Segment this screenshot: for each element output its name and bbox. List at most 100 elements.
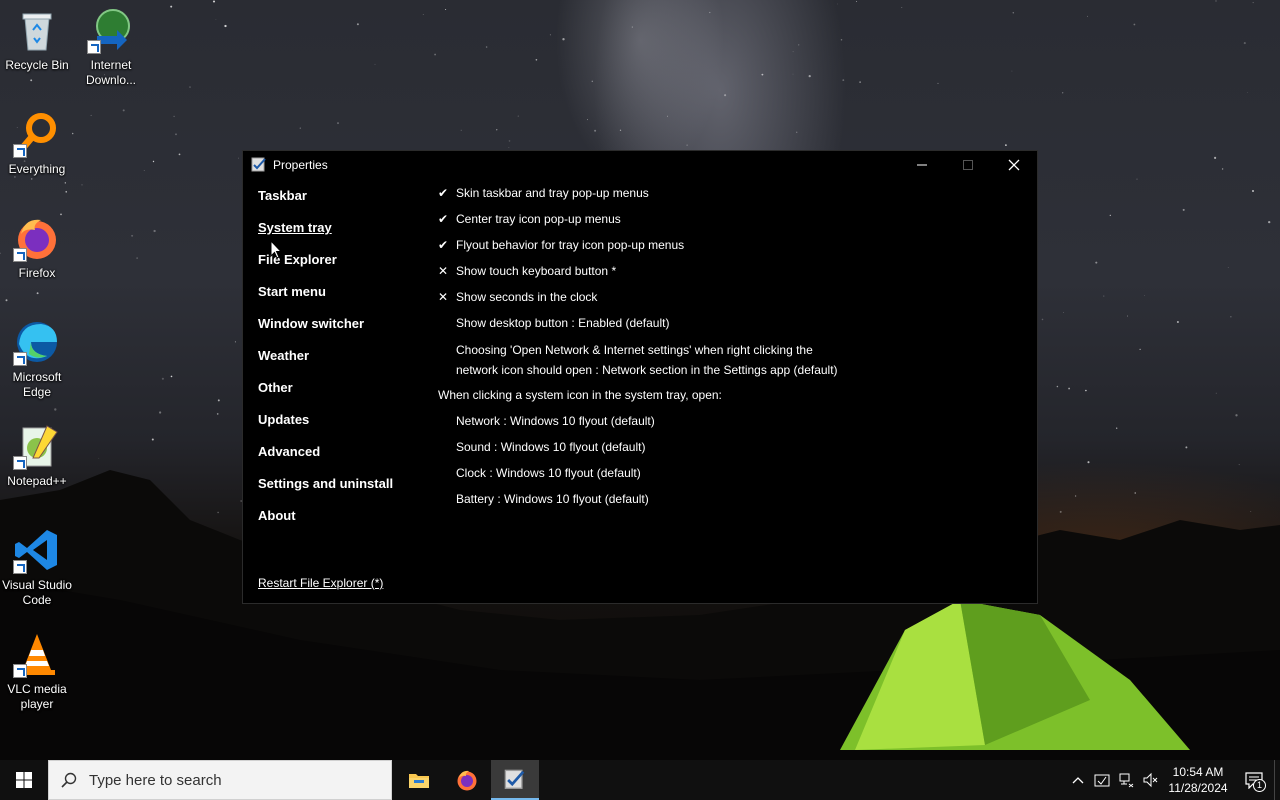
desktop-icon-label: Notepad++ (7, 474, 67, 488)
flyout-label: Clock : Windows 10 flyout (default) (456, 466, 641, 480)
shortcut-arrow-icon (13, 560, 27, 574)
shortcut-arrow-icon (13, 248, 27, 262)
restart-file-explorer-link[interactable]: Restart File Explorer (*) (258, 576, 383, 590)
taskbar: 10:54 AM 11/28/2024 1 (0, 760, 1280, 800)
clock-date: 11/28/2024 (1168, 781, 1228, 795)
vlc-icon (13, 630, 61, 678)
shortcut-arrow-icon (13, 664, 27, 678)
checkmark-icon: ✔ (438, 212, 449, 226)
properties-app-icon (504, 769, 525, 789)
volume-button[interactable] (1138, 760, 1162, 800)
shortcut-arrow-icon (13, 144, 27, 158)
cross-icon: ✕ (438, 290, 449, 304)
search-icon (49, 772, 89, 788)
nav-item-about[interactable]: About (258, 503, 393, 535)
nav-item-start-menu[interactable]: Start menu (258, 279, 393, 311)
desktop-icon-vscode[interactable]: Visual Studio Code (0, 526, 74, 608)
nav-item-weather[interactable]: Weather (258, 343, 393, 375)
setting-clock-seconds[interactable]: ✕ Show seconds in the clock (438, 288, 856, 314)
tray-app-icon-button[interactable] (1090, 760, 1114, 800)
flyout-network[interactable]: Network : Windows 10 flyout (default) (438, 412, 856, 438)
nav-item-window-switcher[interactable]: Window switcher (258, 311, 393, 343)
taskbar-app-properties[interactable] (491, 760, 539, 800)
network-icon (1119, 773, 1134, 788)
maximize-button[interactable] (945, 151, 991, 179)
close-icon (1008, 159, 1020, 171)
search-input[interactable] (89, 771, 379, 789)
taskbar-app-firefox[interactable] (443, 760, 491, 800)
network-button[interactable] (1114, 760, 1138, 800)
setting-flyout-behavior[interactable]: ✔ Flyout behavior for tray icon pop-up m… (438, 236, 856, 262)
cross-icon: ✕ (438, 264, 449, 278)
setting-label: Flyout behavior for tray icon pop-up men… (456, 238, 685, 252)
desktop-icon-recycle-bin[interactable]: Recycle Bin (0, 6, 74, 73)
desktop-icon-firefox[interactable]: Firefox (0, 214, 74, 281)
nav-item-other[interactable]: Other (258, 375, 393, 407)
action-center-button[interactable]: 1 (1234, 760, 1274, 800)
shortcut-arrow-icon (87, 40, 101, 54)
windows-logo-icon (16, 772, 32, 788)
internet-download-manager-icon (87, 6, 135, 54)
shortcut-arrow-icon (13, 456, 27, 470)
mouse-cursor-icon (270, 240, 282, 259)
taskbar-search-box[interactable] (48, 760, 392, 800)
flyout-label: Sound : Windows 10 flyout (default) (456, 440, 646, 454)
desktop-icon-label: VLC media player (7, 682, 67, 711)
taskbar-app-file-explorer[interactable] (395, 760, 443, 800)
setting-label: Choosing 'Open Network & Internet settin… (456, 343, 838, 377)
tray-app-icon (1094, 774, 1110, 787)
settings-nav: Taskbar System tray File Explorer Start … (258, 183, 393, 535)
minimize-button[interactable] (899, 151, 945, 179)
checkmark-icon: ✔ (438, 238, 449, 252)
firefox-icon (13, 214, 61, 262)
minimize-icon (917, 164, 927, 166)
flyout-battery[interactable]: Battery : Windows 10 flyout (default) (438, 490, 856, 516)
flyout-clock[interactable]: Clock : Windows 10 flyout (default) (438, 464, 856, 490)
setting-show-desktop-button[interactable]: Show desktop button : Enabled (default) (438, 314, 856, 340)
desktop-icon-label: Visual Studio Code (2, 578, 72, 607)
show-hidden-icons-button[interactable] (1066, 760, 1090, 800)
start-button[interactable] (0, 760, 48, 800)
desktop-icon-label: Everything (8, 162, 66, 176)
edge-icon (13, 318, 61, 366)
nav-item-updates[interactable]: Updates (258, 407, 393, 439)
chevron-up-icon (1072, 777, 1084, 784)
desktop-icon-label: Firefox (18, 266, 56, 280)
setting-touch-keyboard-button[interactable]: ✕ Show touch keyboard button * (438, 262, 856, 288)
desktop-icon-internet-download-manager[interactable]: Internet Downlo... (74, 6, 148, 88)
file-explorer-icon (409, 774, 429, 788)
properties-window: Properties Taskbar System tray File Expl… (242, 150, 1038, 604)
properties-app-icon (251, 157, 266, 172)
notepad-plus-plus-icon (13, 422, 61, 470)
setting-network-settings-target[interactable]: Choosing 'Open Network & Internet settin… (438, 340, 856, 386)
flyout-label: Battery : Windows 10 flyout (default) (456, 492, 649, 506)
section-header-label: When clicking a system icon in the syste… (438, 388, 722, 402)
maximize-icon (963, 160, 973, 170)
nav-item-advanced[interactable]: Advanced (258, 439, 393, 471)
shortcut-arrow-icon (13, 352, 27, 366)
desktop-icon-label: Internet Downlo... (85, 58, 137, 87)
desktop-icon-microsoft-edge[interactable]: Microsoft Edge (0, 318, 74, 400)
setting-center-tray-menus[interactable]: ✔ Center tray icon pop-up menus (438, 210, 856, 236)
nav-item-taskbar[interactable]: Taskbar (258, 183, 393, 215)
flyout-label: Network : Windows 10 flyout (default) (456, 414, 655, 428)
desktop-icon-label: Recycle Bin (5, 58, 69, 72)
desktop-icon-vlc[interactable]: VLC media player (0, 630, 74, 712)
taskbar-clock[interactable]: 10:54 AM 11/28/2024 (1162, 764, 1234, 796)
close-button[interactable] (991, 151, 1037, 179)
desktop-icon-notepad-plus-plus[interactable]: Notepad++ (0, 422, 74, 489)
show-desktop-button[interactable] (1274, 760, 1280, 800)
setting-skin-taskbar-menus[interactable]: ✔ Skin taskbar and tray pop-up menus (438, 184, 856, 210)
nav-item-settings-and-uninstall[interactable]: Settings and uninstall (258, 471, 393, 503)
notification-count-badge: 1 (1253, 779, 1266, 792)
vscode-icon (13, 526, 61, 574)
desktop-icon-everything[interactable]: Everything (0, 110, 74, 177)
desktop-icon-label: Microsoft Edge (12, 370, 62, 399)
flyout-sound[interactable]: Sound : Windows 10 flyout (default) (438, 438, 856, 464)
setting-label: Show desktop button : Enabled (default) (456, 316, 670, 330)
window-title: Properties (273, 158, 328, 172)
section-header: When clicking a system icon in the syste… (438, 386, 856, 412)
firefox-icon (457, 770, 477, 791)
setting-label: Center tray icon pop-up menus (456, 212, 621, 226)
window-titlebar[interactable]: Properties (243, 151, 1037, 179)
